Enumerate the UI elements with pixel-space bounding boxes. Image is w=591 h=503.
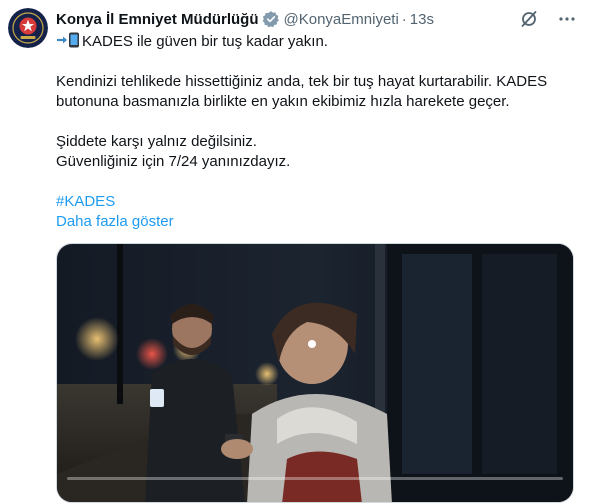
tweet-line-5: Güvenliğiniz için 7/24 yanınızdayız.	[56, 153, 291, 170]
hashtag-link[interactable]: #KADES	[56, 192, 576, 212]
tweet-line-3: butonuna basmanızla birlikte en yakın ek…	[56, 93, 510, 110]
header-actions	[519, 9, 577, 29]
tweet-line-2: Kendinizi tehlikede hissettiğiniz anda, …	[56, 73, 548, 90]
avatar[interactable]	[8, 8, 48, 48]
video-player[interactable]	[56, 243, 574, 503]
text-line-1: KADES ile güven bir tuş kadar yakın.	[56, 32, 576, 52]
video-progress-bar[interactable]	[67, 477, 563, 480]
tweet-line-1: KADES ile güven bir tuş kadar yakın.	[82, 33, 328, 50]
police-badge-icon	[8, 8, 48, 48]
show-more-link[interactable]: Daha fazla göster	[56, 212, 576, 232]
video-frame	[57, 244, 573, 502]
author-handle[interactable]: @KonyaEmniyeti	[284, 11, 399, 28]
separator-dot: ·	[401, 10, 407, 28]
tweet-text: KADES ile güven bir tuş kadar yakın. Ken…	[56, 32, 576, 232]
mobile-phone-arrow-emoji	[56, 32, 80, 48]
author-name[interactable]: Konya İl Emniyet Müdürlüğü	[56, 11, 259, 28]
tweet-header: Konya İl Emniyet Müdürlüğü @KonyaEmniyet…	[56, 8, 577, 30]
verified-badge-icon	[262, 10, 280, 28]
tweet[interactable]: Konya İl Emniyet Müdürlüğü @KonyaEmniyet…	[0, 0, 591, 503]
timestamp[interactable]: 13s	[410, 11, 434, 28]
grok-icon[interactable]	[519, 9, 539, 29]
tweet-line-4: Şiddete karşı yalnız değilsiniz.	[56, 133, 257, 150]
more-icon[interactable]	[557, 9, 577, 29]
